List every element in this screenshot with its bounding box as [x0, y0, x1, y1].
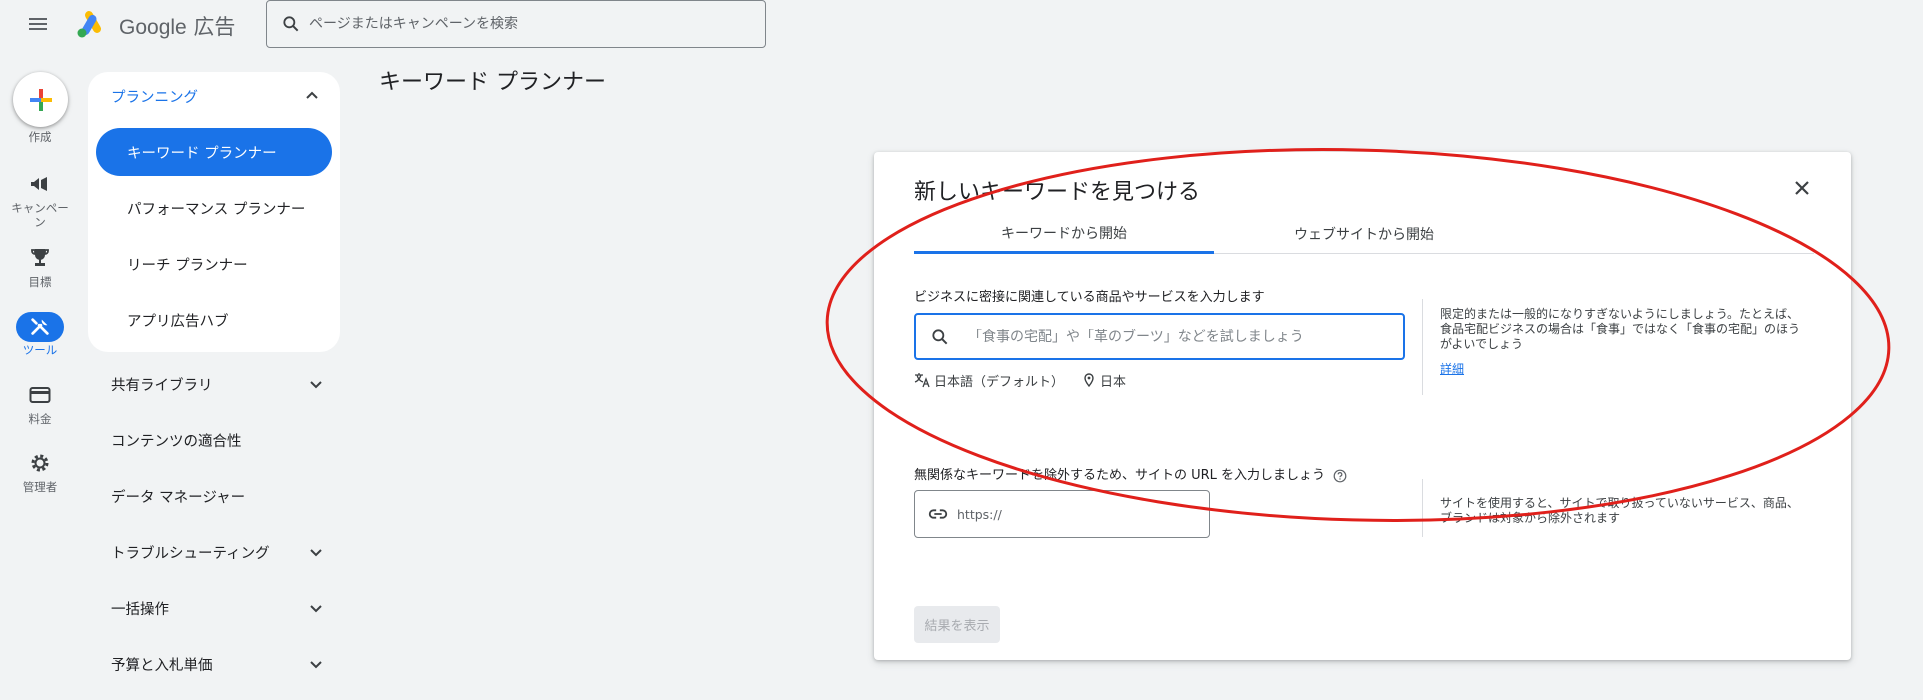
- campaigns-label-line2: ン: [34, 215, 46, 229]
- card-title: 新しいキーワードを見つける: [914, 180, 1201, 205]
- nav-shared-library-label: 共有ライブラリ: [111, 377, 213, 394]
- brand-title: Google 広告: [119, 11, 235, 41]
- url-hint: サイトを使用すると、サイトで取り扱っていないサービス、商品、ブランドは対象から除…: [1440, 496, 1799, 525]
- chevron-down-icon: [310, 605, 322, 613]
- translate-icon: [914, 373, 930, 388]
- nav-data-manager[interactable]: データ マネージャー: [88, 481, 328, 511]
- admin-label: 管理者: [22, 480, 58, 494]
- tab-start-with-website[interactable]: ウェブサイトから開始: [1214, 214, 1514, 254]
- nav-reach-planner[interactable]: リーチ プランナー: [127, 254, 248, 275]
- url-input[interactable]: [957, 506, 1197, 522]
- nav-content-suitability[interactable]: コンテンツの適合性: [88, 425, 328, 455]
- tools-button[interactable]: [16, 312, 64, 342]
- url-field-label-text: 無関係なキーワードを除外するため、サイトの URL を入力しましょう: [914, 468, 1326, 483]
- goals-label: 目標: [28, 275, 52, 289]
- billing-label: 料金: [28, 412, 52, 426]
- keyword-field-label: ビジネスに密接に関連している商品やサービスを入力します: [914, 290, 1265, 305]
- credit-card-icon[interactable]: [28, 383, 52, 407]
- search-icon: [283, 16, 299, 32]
- tools-label: ツール: [22, 343, 58, 357]
- link-icon: [928, 509, 948, 519]
- location-value: 日本: [1100, 374, 1127, 390]
- search-box[interactable]: [266, 0, 766, 48]
- divider: [1422, 299, 1423, 395]
- chevron-down-icon: [310, 549, 322, 557]
- brand-ads: 広告: [193, 15, 236, 39]
- brand-google: Google: [119, 16, 187, 39]
- campaigns-label-line1: キャンペー: [11, 201, 69, 215]
- nav-budgets-bids-label: 予算と入札単価: [111, 657, 213, 674]
- nav-troubleshooting[interactable]: トラブルシューティング: [88, 537, 328, 567]
- menu-icon[interactable]: [26, 12, 50, 36]
- trophy-icon[interactable]: [28, 246, 52, 270]
- chevron-up-icon: [306, 91, 318, 99]
- keyword-input[interactable]: [968, 328, 1388, 345]
- nav-bulk-actions-label: 一括操作: [111, 601, 169, 618]
- search-icon: [932, 328, 948, 344]
- planning-section-title: プランニング: [111, 89, 198, 106]
- planning-section: プランニング キーワード プランナー パフォーマンス プランナー リーチ プラン…: [88, 72, 340, 352]
- top-bar: Google 広告: [0, 0, 1923, 48]
- location-setting[interactable]: 日本: [1082, 371, 1126, 390]
- nav-content-suitability-label: コンテンツの適合性: [111, 433, 242, 450]
- url-input-box[interactable]: [914, 490, 1210, 538]
- megaphone-icon[interactable]: [28, 172, 52, 196]
- targeting-settings[interactable]: 日本語（デフォルト） 日本: [914, 370, 1144, 390]
- language-value: 日本語（デフォルト）: [934, 374, 1065, 390]
- search-input[interactable]: [309, 16, 749, 32]
- show-results-button[interactable]: 結果を表示: [914, 606, 1000, 643]
- keyword-hint: 限定的または一般的になりすぎないようにしましょう。たとえば、食品宅配ビジネスの場…: [1440, 307, 1801, 351]
- google-ads-logo-icon[interactable]: [76, 9, 106, 39]
- help-icon[interactable]: [1333, 469, 1347, 483]
- chevron-down-icon: [310, 381, 322, 389]
- page-title: キーワード プランナー: [379, 70, 606, 95]
- tab-start-with-keywords[interactable]: キーワードから開始: [914, 214, 1214, 254]
- nav-keyword-planner[interactable]: キーワード プランナー: [96, 128, 332, 176]
- close-icon[interactable]: [1790, 176, 1814, 200]
- plus-icon: [29, 88, 52, 111]
- campaigns-label: キャンペー ン: [0, 201, 80, 229]
- nav-bulk-actions[interactable]: 一括操作: [88, 593, 328, 623]
- keyword-input-box[interactable]: [914, 313, 1405, 360]
- create-label: 作成: [28, 130, 52, 144]
- nav-budgets-bids[interactable]: 予算と入札単価: [88, 649, 328, 679]
- tab-bar: キーワードから開始 ウェブサイトから開始: [914, 214, 1814, 254]
- create-button[interactable]: [13, 72, 68, 127]
- nav-performance-planner[interactable]: パフォーマンス プランナー: [127, 198, 305, 219]
- url-field-label: 無関係なキーワードを除外するため、サイトの URL を入力しましょう: [914, 464, 1347, 483]
- find-keywords-card: 新しいキーワードを見つける キーワードから開始 ウェブサイトから開始 ビジネスに…: [874, 152, 1851, 660]
- nav-shared-library[interactable]: 共有ライブラリ: [88, 369, 328, 399]
- nav-data-manager-label: データ マネージャー: [111, 489, 246, 506]
- location-pin-icon: [1084, 373, 1094, 387]
- learn-more-link[interactable]: 詳細: [1440, 360, 1464, 377]
- gear-icon[interactable]: [28, 451, 52, 475]
- nav-app-ads-hub[interactable]: アプリ広告ハブ: [127, 310, 229, 331]
- divider: [1422, 479, 1423, 537]
- language-setting[interactable]: 日本語（デフォルト）: [914, 371, 1064, 390]
- planning-section-header[interactable]: プランニング: [88, 72, 340, 120]
- nav-troubleshooting-label: トラブルシューティング: [111, 545, 270, 562]
- tools-icon: [31, 318, 49, 335]
- chevron-down-icon: [310, 661, 322, 669]
